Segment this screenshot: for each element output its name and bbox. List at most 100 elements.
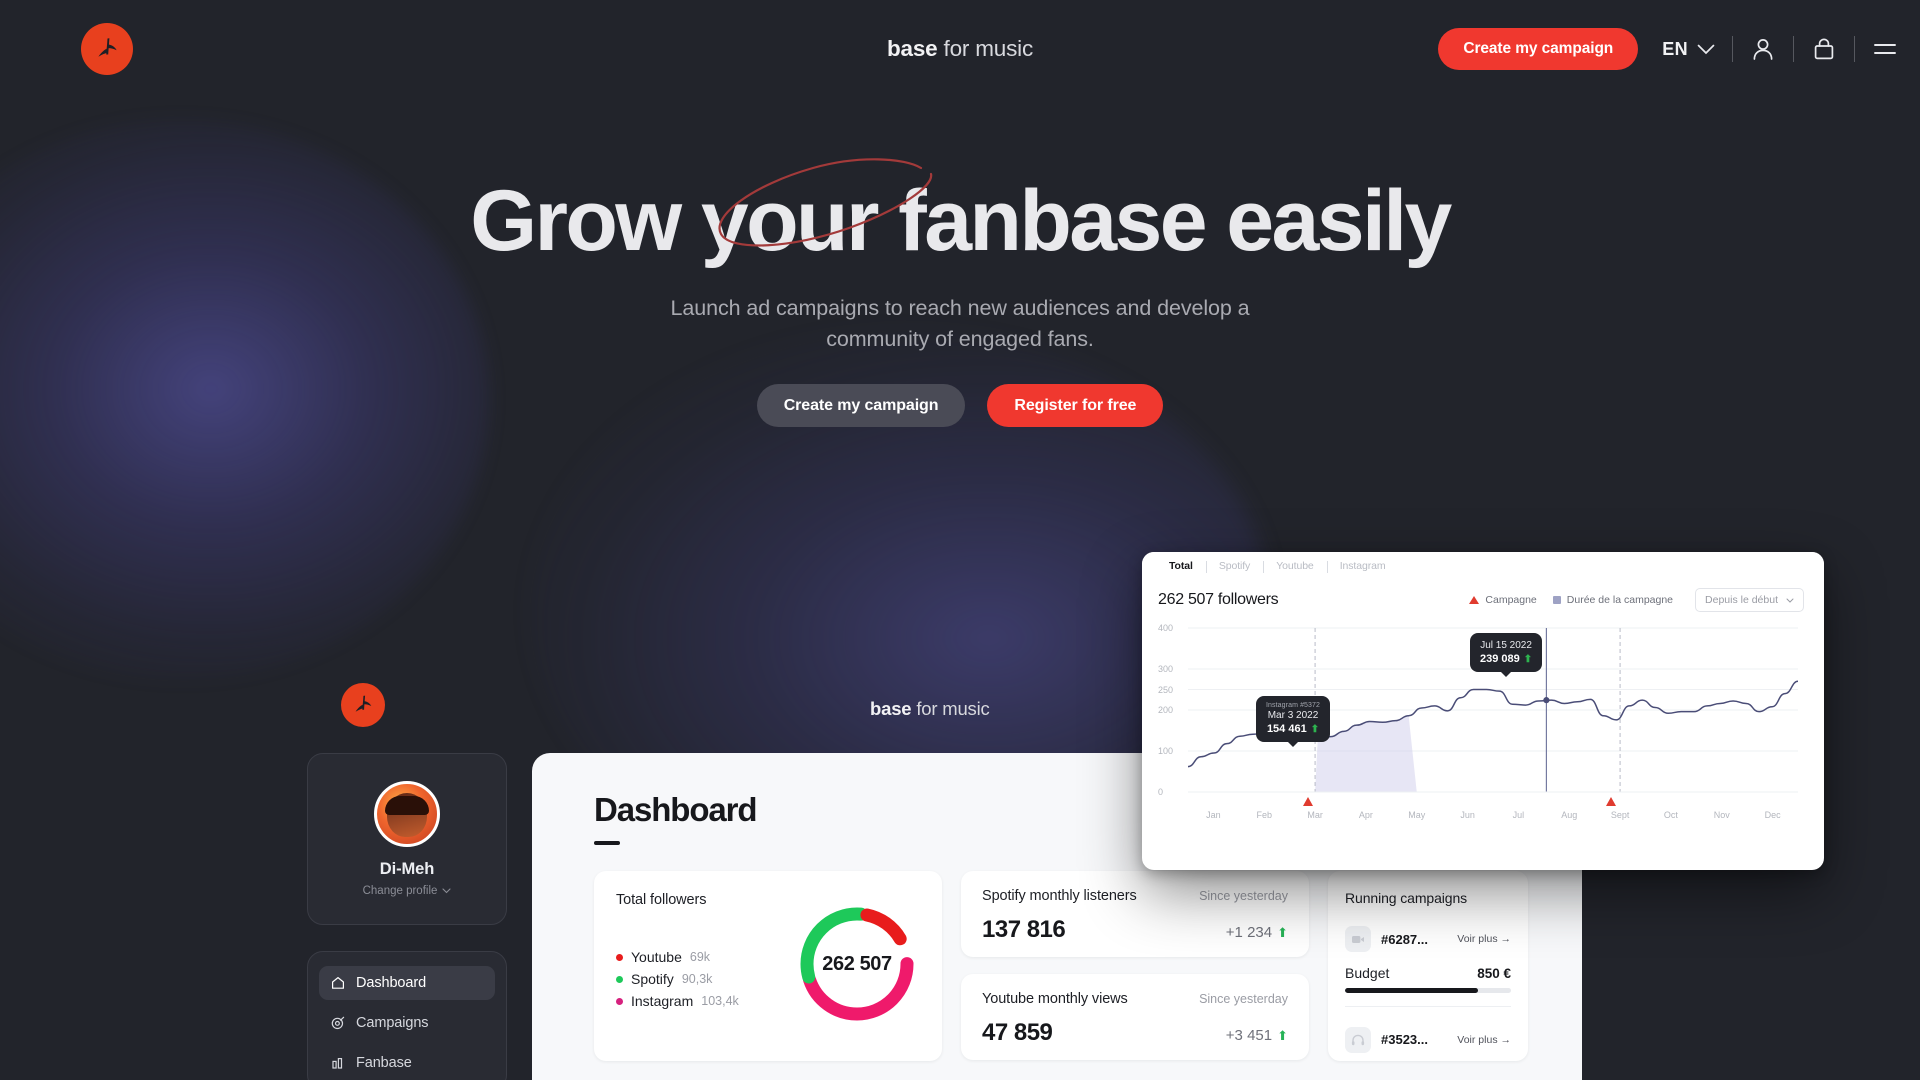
arrow-up-icon: ⬆ bbox=[1523, 653, 1533, 665]
budget-progress-bar bbox=[1345, 988, 1511, 993]
x-tick: Jun bbox=[1460, 810, 1475, 820]
date-range-value: Depuis le début bbox=[1705, 594, 1778, 606]
arrow-up-icon: ⬆ bbox=[1310, 723, 1320, 735]
avatar bbox=[374, 781, 440, 847]
headphones-icon bbox=[1345, 1026, 1371, 1053]
stat-title: Spotify monthly listeners bbox=[982, 888, 1137, 904]
chart-title: 262 507 followers bbox=[1158, 591, 1279, 608]
header-divider-2 bbox=[1793, 36, 1794, 62]
budget-label: Budget bbox=[1345, 965, 1390, 981]
square-marker-icon bbox=[1552, 596, 1561, 604]
avatar-hair bbox=[385, 796, 429, 815]
stat-since: Since yesterday bbox=[1199, 889, 1288, 903]
donut-center-total: 262 507 bbox=[822, 952, 892, 975]
legend-value-youtube: 69k bbox=[689, 950, 711, 964]
chart-tabs: Total Spotify Youtube Instagram bbox=[1142, 552, 1824, 578]
campaign-see-more-link[interactable]: Voir plus → bbox=[1457, 1034, 1511, 1046]
tab-youtube[interactable]: Youtube bbox=[1263, 555, 1326, 578]
legend-label-instagram: Instagram bbox=[631, 993, 694, 1009]
stat-delta-value: +3 451 bbox=[1225, 1027, 1273, 1044]
y-tick: 100 bbox=[1158, 746, 1174, 756]
create-campaign-button-header[interactable]: Create my campaign bbox=[1438, 28, 1639, 70]
profile-card[interactable]: Di-Meh Change profile bbox=[307, 753, 507, 925]
headline-part-2: fanbase easily bbox=[876, 173, 1452, 269]
campaign-marker-mar bbox=[1303, 797, 1313, 806]
page-title: Grow your fanbase easily bbox=[470, 158, 1452, 264]
chart-tooltip-jul: Jul 15 2022 239 089 ⬆ bbox=[1470, 633, 1543, 672]
stat-since: Since yesterday bbox=[1199, 992, 1288, 1006]
mock-logo-icon bbox=[341, 683, 385, 727]
sidebar-item-label: Dashboard bbox=[356, 975, 427, 991]
legend-label-spotify: Spotify bbox=[631, 971, 674, 987]
followers-chart-card: Total Spotify Youtube Instagram 262 507 … bbox=[1142, 552, 1824, 870]
y-tick: 0 bbox=[1158, 787, 1164, 797]
tooltip-date: Jul 15 2022 bbox=[1480, 640, 1532, 651]
x-tick: Apr bbox=[1358, 810, 1373, 820]
y-tick: 250 bbox=[1158, 684, 1174, 695]
running-campaigns-card: Running campaigns #6287... Voir plus → B… bbox=[1328, 871, 1528, 1061]
x-tick: Feb bbox=[1256, 810, 1273, 820]
language-selector[interactable]: EN bbox=[1662, 39, 1715, 60]
campaign-row: #6287... Voir plus → bbox=[1345, 926, 1511, 952]
stat-title: Youtube monthly views bbox=[982, 991, 1128, 1007]
x-tick: Oct bbox=[1663, 810, 1678, 820]
tab-spotify[interactable]: Spotify bbox=[1205, 555, 1263, 578]
spotify-listeners-card: Spotify monthly listeners Since yesterda… bbox=[961, 871, 1309, 957]
x-tick: Jul bbox=[1512, 810, 1525, 820]
hamburger-menu-icon[interactable] bbox=[1872, 36, 1898, 62]
sidebar-item-campaigns[interactable]: Campaigns bbox=[319, 1006, 495, 1040]
mock-sidebar: Di-Meh Change profile Dashboard Campaign… bbox=[307, 753, 507, 1080]
y-tick: 300 bbox=[1158, 664, 1174, 674]
campaign-marker-sept bbox=[1606, 797, 1616, 806]
arrow-up-icon: ⬆ bbox=[1277, 1027, 1288, 1043]
sidebar-item-fanbase[interactable]: Fanbase bbox=[319, 1046, 495, 1080]
language-label: EN bbox=[1662, 38, 1688, 59]
bar-chart-icon bbox=[332, 1057, 343, 1069]
chart-tooltip-instagram: Instagram #5372 Mar 3 2022 154 461 ⬆ bbox=[1256, 696, 1331, 742]
chart-body: 262 507 followers Campagne Durée de la c… bbox=[1142, 578, 1824, 820]
followers-donut-chart: 262 507 bbox=[794, 901, 920, 1027]
tab-instagram[interactable]: Instagram bbox=[1326, 555, 1399, 578]
hero-subtitle-line-1: Launch ad campaigns to reach new audienc… bbox=[670, 296, 1250, 320]
budget-value: 850 € bbox=[1477, 966, 1511, 981]
x-tick: Aug bbox=[1561, 810, 1578, 820]
triangle-marker-icon bbox=[1469, 596, 1480, 604]
register-for-free-button[interactable]: Register for free bbox=[987, 384, 1164, 428]
legend-label-youtube: Youtube bbox=[631, 949, 682, 965]
campaign-see-more-link[interactable]: Voir plus → bbox=[1457, 933, 1511, 945]
tab-total[interactable]: Total bbox=[1156, 555, 1206, 578]
stat-delta: +1 234 ⬆ bbox=[1226, 924, 1288, 941]
hero-subtitle-line-2: community of engaged fans. bbox=[826, 326, 1094, 351]
profile-name: Di-Meh bbox=[379, 860, 435, 878]
title-underline bbox=[594, 841, 620, 845]
tooltip-subtitle: Instagram #5372 bbox=[1266, 702, 1321, 709]
divider bbox=[1345, 1005, 1511, 1007]
mock-brand-logo-text: base for music bbox=[870, 698, 990, 720]
sidebar-item-dashboard[interactable]: Dashboard bbox=[319, 966, 495, 1000]
followers-line-chart: 0 100 200 250 300 400 Jan Feb Mar Apr May Jun… bbox=[1158, 623, 1804, 820]
sidebar-item-label: Campaigns bbox=[356, 1015, 429, 1031]
stat-cards-column: Spotify monthly listeners Since yesterda… bbox=[961, 871, 1309, 1061]
change-profile-button[interactable]: Change profile bbox=[363, 885, 452, 897]
headline-emphasis: your bbox=[700, 173, 880, 269]
stat-delta: +3 451 ⬆ bbox=[1226, 1027, 1288, 1044]
tooltip-date: Mar 3 2022 bbox=[1267, 710, 1319, 721]
date-range-select[interactable]: Depuis le début bbox=[1695, 588, 1804, 612]
home-icon bbox=[332, 977, 344, 989]
change-profile-label: Change profile bbox=[362, 885, 438, 897]
create-campaign-button-hero[interactable]: Create my campaign bbox=[756, 384, 966, 428]
campaign-id: #6287... bbox=[1381, 931, 1428, 947]
campaign-row: #3523... Voir plus → bbox=[1345, 1026, 1511, 1053]
cart-icon[interactable] bbox=[1811, 36, 1837, 62]
running-campaigns-title: Running campaigns bbox=[1345, 890, 1468, 906]
chevron-down-icon bbox=[1697, 44, 1715, 54]
legend-dot-youtube bbox=[616, 953, 623, 961]
dashboard-cards: Total followers Youtube 69k Spotify 90,3… bbox=[594, 871, 1582, 1061]
chevron-down-icon bbox=[442, 888, 451, 894]
account-icon[interactable] bbox=[1750, 36, 1776, 62]
legend-dot-spotify bbox=[616, 975, 623, 983]
x-tick: Jan bbox=[1206, 810, 1221, 820]
hero-headline-wrap: Grow your fanbase easily bbox=[0, 158, 1920, 264]
x-tick: May bbox=[1408, 810, 1426, 820]
arrow-up-icon: ⬆ bbox=[1277, 924, 1288, 940]
